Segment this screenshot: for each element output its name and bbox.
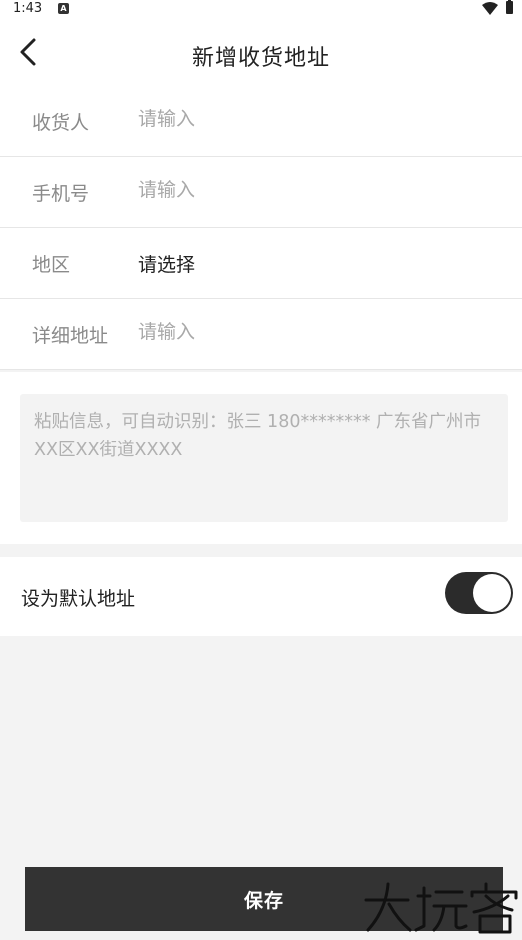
region-select[interactable]: 请选择 — [138, 250, 195, 277]
detail-address-input[interactable] — [138, 314, 498, 350]
page-title: 新增收货地址 — [191, 46, 330, 71]
phone-row: 手机号 — [0, 157, 522, 228]
notification-a-icon: A — [58, 3, 69, 14]
battery-icon — [506, 0, 513, 14]
default-address-label: 设为默认地址 — [21, 588, 136, 610]
watermark-logo — [364, 882, 518, 934]
wifi-icon — [482, 2, 498, 15]
recipient-label: 收货人 — [32, 112, 90, 134]
recipient-row: 收货人 — [0, 86, 522, 157]
default-address-toggle[interactable] — [445, 572, 513, 614]
paste-section: 粘贴信息，可自动识别：张三 180******** 广东省广州市XX区XX街道X… — [0, 372, 522, 544]
status-bar: 1:43 A — [0, 0, 522, 20]
detail-address-row: 详细地址 — [0, 299, 522, 370]
status-time: 1:43 — [13, 1, 43, 16]
header: 新增收货地址 — [0, 20, 522, 86]
recipient-input[interactable] — [138, 101, 498, 137]
paste-placeholder: 粘贴信息，可自动识别：张三 180******** 广东省广州市XX区XX街道X… — [34, 412, 482, 460]
phone-label: 手机号 — [32, 183, 90, 205]
default-address-row: 设为默认地址 — [0, 557, 522, 636]
region-row[interactable]: 地区 请选择 — [0, 228, 522, 299]
detail-address-label: 详细地址 — [32, 325, 109, 347]
paste-textarea[interactable]: 粘贴信息，可自动识别：张三 180******** 广东省广州市XX区XX街道X… — [20, 394, 508, 522]
region-label: 地区 — [32, 254, 71, 276]
address-form: 收货人 手机号 地区 请选择 详细地址 — [0, 86, 522, 370]
phone-input[interactable] — [138, 172, 498, 208]
toggle-knob — [473, 574, 511, 612]
